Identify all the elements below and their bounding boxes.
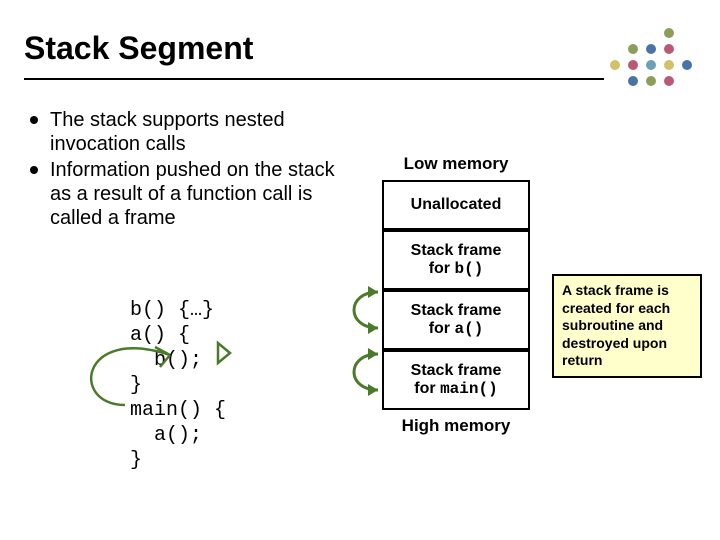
cell-text: Unallocated	[411, 196, 502, 213]
cell-text: Stack frame	[390, 302, 522, 320]
list-item: Information pushed on the stack as a res…	[30, 158, 360, 230]
stack-cell-a: Stack frame for a()	[382, 290, 530, 350]
cell-text-prefix: for	[429, 320, 455, 337]
stack-cell-b: Stack frame for b()	[382, 230, 530, 290]
return-arrow-a-main	[340, 342, 384, 402]
cell-text: Stack frame	[390, 362, 522, 380]
stack-cell-unallocated: Unallocated	[382, 180, 530, 230]
bullet-list: The stack supports nested invocation cal…	[30, 108, 360, 232]
title-underline	[24, 78, 604, 80]
bullet-icon	[30, 116, 38, 124]
return-arrow-b-a	[340, 280, 384, 340]
slide-title: Stack Segment	[24, 30, 253, 67]
memory-stack-diagram: Low memory Unallocated Stack frame for b…	[382, 148, 530, 442]
bullet-text: The stack supports nested invocation cal…	[50, 108, 360, 156]
cell-mono: a()	[454, 320, 483, 338]
low-memory-label: Low memory	[382, 154, 530, 174]
cell-text-prefix: for	[429, 260, 455, 277]
list-item: The stack supports nested invocation cal…	[30, 108, 360, 156]
stack-cell-main: Stack frame for main()	[382, 350, 530, 410]
cell-text-prefix: for	[414, 380, 440, 397]
bullet-text: Information pushed on the stack as a res…	[50, 158, 360, 230]
cell-mono: b()	[454, 260, 483, 278]
cell-mono: main()	[440, 380, 498, 398]
high-memory-label: High memory	[382, 416, 530, 436]
bullet-icon	[30, 166, 38, 174]
cell-text: Stack frame	[390, 242, 522, 260]
decorative-dot-grid	[610, 28, 696, 90]
code-listing: b() {…} a() { b(); } main() { a(); }	[130, 298, 226, 473]
annotation-note: A stack frame is created for each subrou…	[552, 274, 702, 378]
